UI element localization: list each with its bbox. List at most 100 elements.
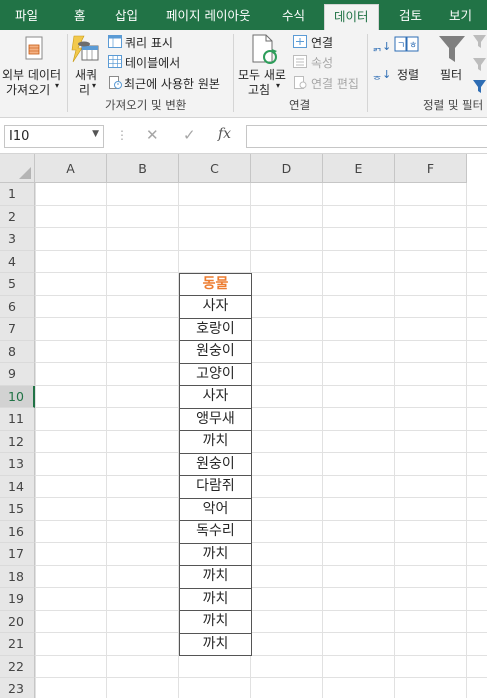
column-header-a[interactable]: A	[35, 154, 107, 183]
column-header-e[interactable]: E	[323, 154, 395, 183]
gridline-horizontal	[35, 429, 487, 431]
tab-insert[interactable]: 삽입	[115, 0, 138, 30]
insert-function-icon[interactable]: fx	[218, 126, 231, 142]
row-header-16[interactable]: 16	[0, 520, 35, 543]
table-cell[interactable]: 까치	[179, 587, 252, 611]
select-all-triangle-icon	[19, 167, 31, 179]
table-cell[interactable]: 호랑이	[179, 317, 252, 341]
table-cell[interactable]: 까치	[179, 542, 252, 566]
advanced-filter-icons[interactable]	[472, 34, 487, 96]
gridline-horizontal	[35, 272, 487, 273]
table-cell[interactable]: 까치	[179, 610, 252, 634]
column-header-d[interactable]: D	[251, 154, 323, 183]
chevron-down-icon[interactable]: ▼	[92, 129, 99, 139]
gridline-horizontal	[35, 564, 487, 566]
more-options-icon[interactable]: ⋮	[116, 128, 128, 142]
gridline-horizontal	[35, 632, 487, 633]
column-header-f[interactable]: F	[395, 154, 467, 183]
enter-icon[interactable]: ✓	[183, 126, 196, 144]
properties-label: 속성	[311, 56, 334, 70]
worksheet-grid[interactable]: A B C D E F 1 2 3 4 5 6 7 8 9 10 11 12 13 14 15 16 17 18 19 20 21 2…	[0, 154, 487, 698]
group-divider	[367, 34, 368, 112]
row-header-9[interactable]: 9	[0, 363, 35, 386]
gridline-vertical	[35, 183, 36, 698]
group-divider	[233, 34, 234, 112]
svg-text:ㄱ: ㄱ	[397, 41, 405, 51]
gridline-vertical	[466, 183, 467, 698]
select-all-button[interactable]	[0, 154, 35, 183]
filter-label: 필터	[440, 68, 463, 82]
row-header-10[interactable]: 10	[0, 385, 35, 408]
cancel-icon[interactable]: ✕	[146, 126, 159, 144]
connections-label: 연결	[311, 36, 334, 50]
row-header-20[interactable]: 20	[0, 610, 35, 633]
gridline-horizontal	[35, 587, 487, 588]
chevron-down-icon: ▾	[55, 81, 60, 90]
table-cell[interactable]: 앵무새	[179, 407, 252, 431]
row-header-14[interactable]: 14	[0, 475, 35, 498]
gridline-vertical	[322, 183, 323, 698]
row-header-4[interactable]: 4	[0, 250, 35, 273]
edit-links-icon	[294, 76, 307, 89]
column-header-c[interactable]: C	[179, 154, 251, 183]
excel-window: 파일 홈 삽입 페이지 레이아웃 수식 데이터 검토 보기 외부 데이터 가져오…	[0, 0, 487, 698]
row-header-8[interactable]: 8	[0, 340, 35, 363]
svg-text:ㅎ: ㅎ	[409, 41, 417, 51]
table-cell[interactable]: 원숭이	[179, 340, 252, 364]
tab-review[interactable]: 검토	[399, 0, 422, 30]
from-table-label: 테이블에서	[125, 56, 181, 70]
row-header-23[interactable]: 23	[0, 678, 35, 698]
table-header-cell[interactable]: 동물	[179, 272, 252, 296]
table-cell[interactable]: 까치	[179, 565, 252, 589]
row-header-15[interactable]: 15	[0, 498, 35, 521]
table-cell[interactable]: 사자	[179, 295, 252, 319]
filter-icon	[439, 36, 465, 62]
table-cell[interactable]: 악어	[179, 497, 252, 521]
group-divider	[67, 34, 68, 112]
column-header-b[interactable]: B	[107, 154, 179, 183]
table-cell[interactable]: 까치	[179, 632, 252, 656]
tab-data[interactable]: 데이터	[324, 4, 379, 30]
gridline-horizontal	[35, 609, 487, 611]
row-header-6[interactable]: 6	[0, 295, 35, 318]
connections-icon	[293, 35, 307, 48]
table-cell[interactable]: 까치	[179, 430, 252, 454]
row-header-3[interactable]: 3	[0, 228, 35, 251]
show-query-label: 쿼리 표시	[125, 36, 173, 50]
table-cell[interactable]: 독수리	[179, 520, 252, 544]
show-query-icon	[108, 35, 122, 48]
row-header-18[interactable]: 18	[0, 565, 35, 588]
tab-file[interactable]: 파일	[15, 0, 38, 30]
chevron-down-icon: ▾	[92, 81, 97, 90]
properties-icon	[293, 55, 307, 68]
tab-view[interactable]: 보기	[449, 0, 472, 30]
formula-input[interactable]	[246, 125, 487, 148]
row-header-1[interactable]: 1	[0, 183, 35, 206]
name-box-value: I10	[9, 129, 30, 144]
tab-page-layout[interactable]: 페이지 레이아웃	[166, 0, 250, 30]
row-header-19[interactable]: 19	[0, 588, 35, 611]
gridline-horizontal	[35, 654, 487, 656]
gridline-horizontal	[35, 294, 487, 296]
row-header-12[interactable]: 12	[0, 430, 35, 453]
row-header-5[interactable]: 5	[0, 273, 35, 296]
formula-bar: I10 ▼ ⋮ ✕ ✓ fx	[0, 118, 487, 154]
table-cell[interactable]: 원숭이	[179, 452, 252, 476]
row-header-22[interactable]: 22	[0, 655, 35, 678]
row-header-2[interactable]: 2	[0, 205, 35, 228]
table-cell[interactable]: 사자	[179, 385, 252, 409]
name-box[interactable]: I10 ▼	[4, 125, 104, 148]
table-cell[interactable]: 고양이	[179, 362, 252, 386]
gridline-horizontal	[35, 362, 487, 363]
row-header-17[interactable]: 17	[0, 543, 35, 566]
row-header-11[interactable]: 11	[0, 408, 35, 431]
row-header-13[interactable]: 13	[0, 453, 35, 476]
tab-home[interactable]: 홈	[74, 0, 86, 30]
sort-descending-icon: ᇂ↓	[372, 68, 392, 81]
connections-group-label: 연결	[289, 98, 311, 112]
tab-formulas[interactable]: 수식	[282, 0, 305, 30]
gridline-horizontal	[35, 474, 487, 476]
row-header-21[interactable]: 21	[0, 633, 35, 656]
row-header-7[interactable]: 7	[0, 318, 35, 341]
table-cell[interactable]: 다람쥐	[179, 475, 252, 499]
